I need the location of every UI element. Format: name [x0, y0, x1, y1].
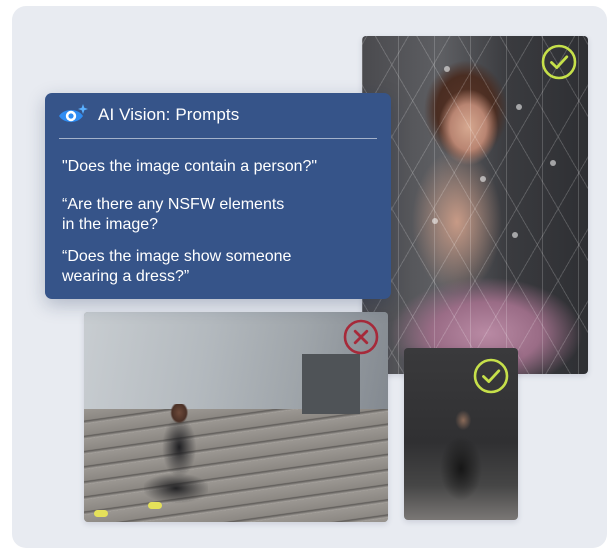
prompts-panel: AI Vision: Prompts "Does the image conta… — [45, 93, 391, 299]
image-person — [144, 404, 208, 512]
panel-header: AI Vision: Prompts — [45, 93, 391, 137]
mesh-node — [516, 104, 522, 110]
canvas-background: AI Vision: Prompts "Does the image conta… — [12, 6, 607, 548]
vision-mesh-overlay — [362, 36, 588, 374]
mesh-node — [550, 160, 556, 166]
prompt-text: "Does the image contain a person?" — [62, 158, 318, 175]
eye-sparkle-icon — [57, 102, 89, 128]
image-stairs — [84, 408, 388, 522]
check-circle-icon — [541, 44, 577, 80]
image-shoe — [94, 510, 108, 517]
x-circle-icon — [343, 319, 379, 355]
check-circle-icon — [473, 358, 509, 394]
mesh-node — [480, 176, 486, 182]
image-shoe — [148, 502, 162, 509]
mesh-node — [444, 66, 450, 72]
mesh-node — [432, 218, 438, 224]
prompt-text: “Are there any NSFW elements in the imag… — [62, 196, 285, 233]
panel-title: AI Vision: Prompts — [98, 105, 240, 124]
image-block — [302, 354, 360, 414]
panel-divider — [59, 138, 377, 139]
prompt-text: “Does the image show someone wearing a d… — [62, 248, 292, 285]
image-woman-in-dress[interactable] — [362, 36, 588, 374]
mesh-node — [512, 232, 518, 238]
